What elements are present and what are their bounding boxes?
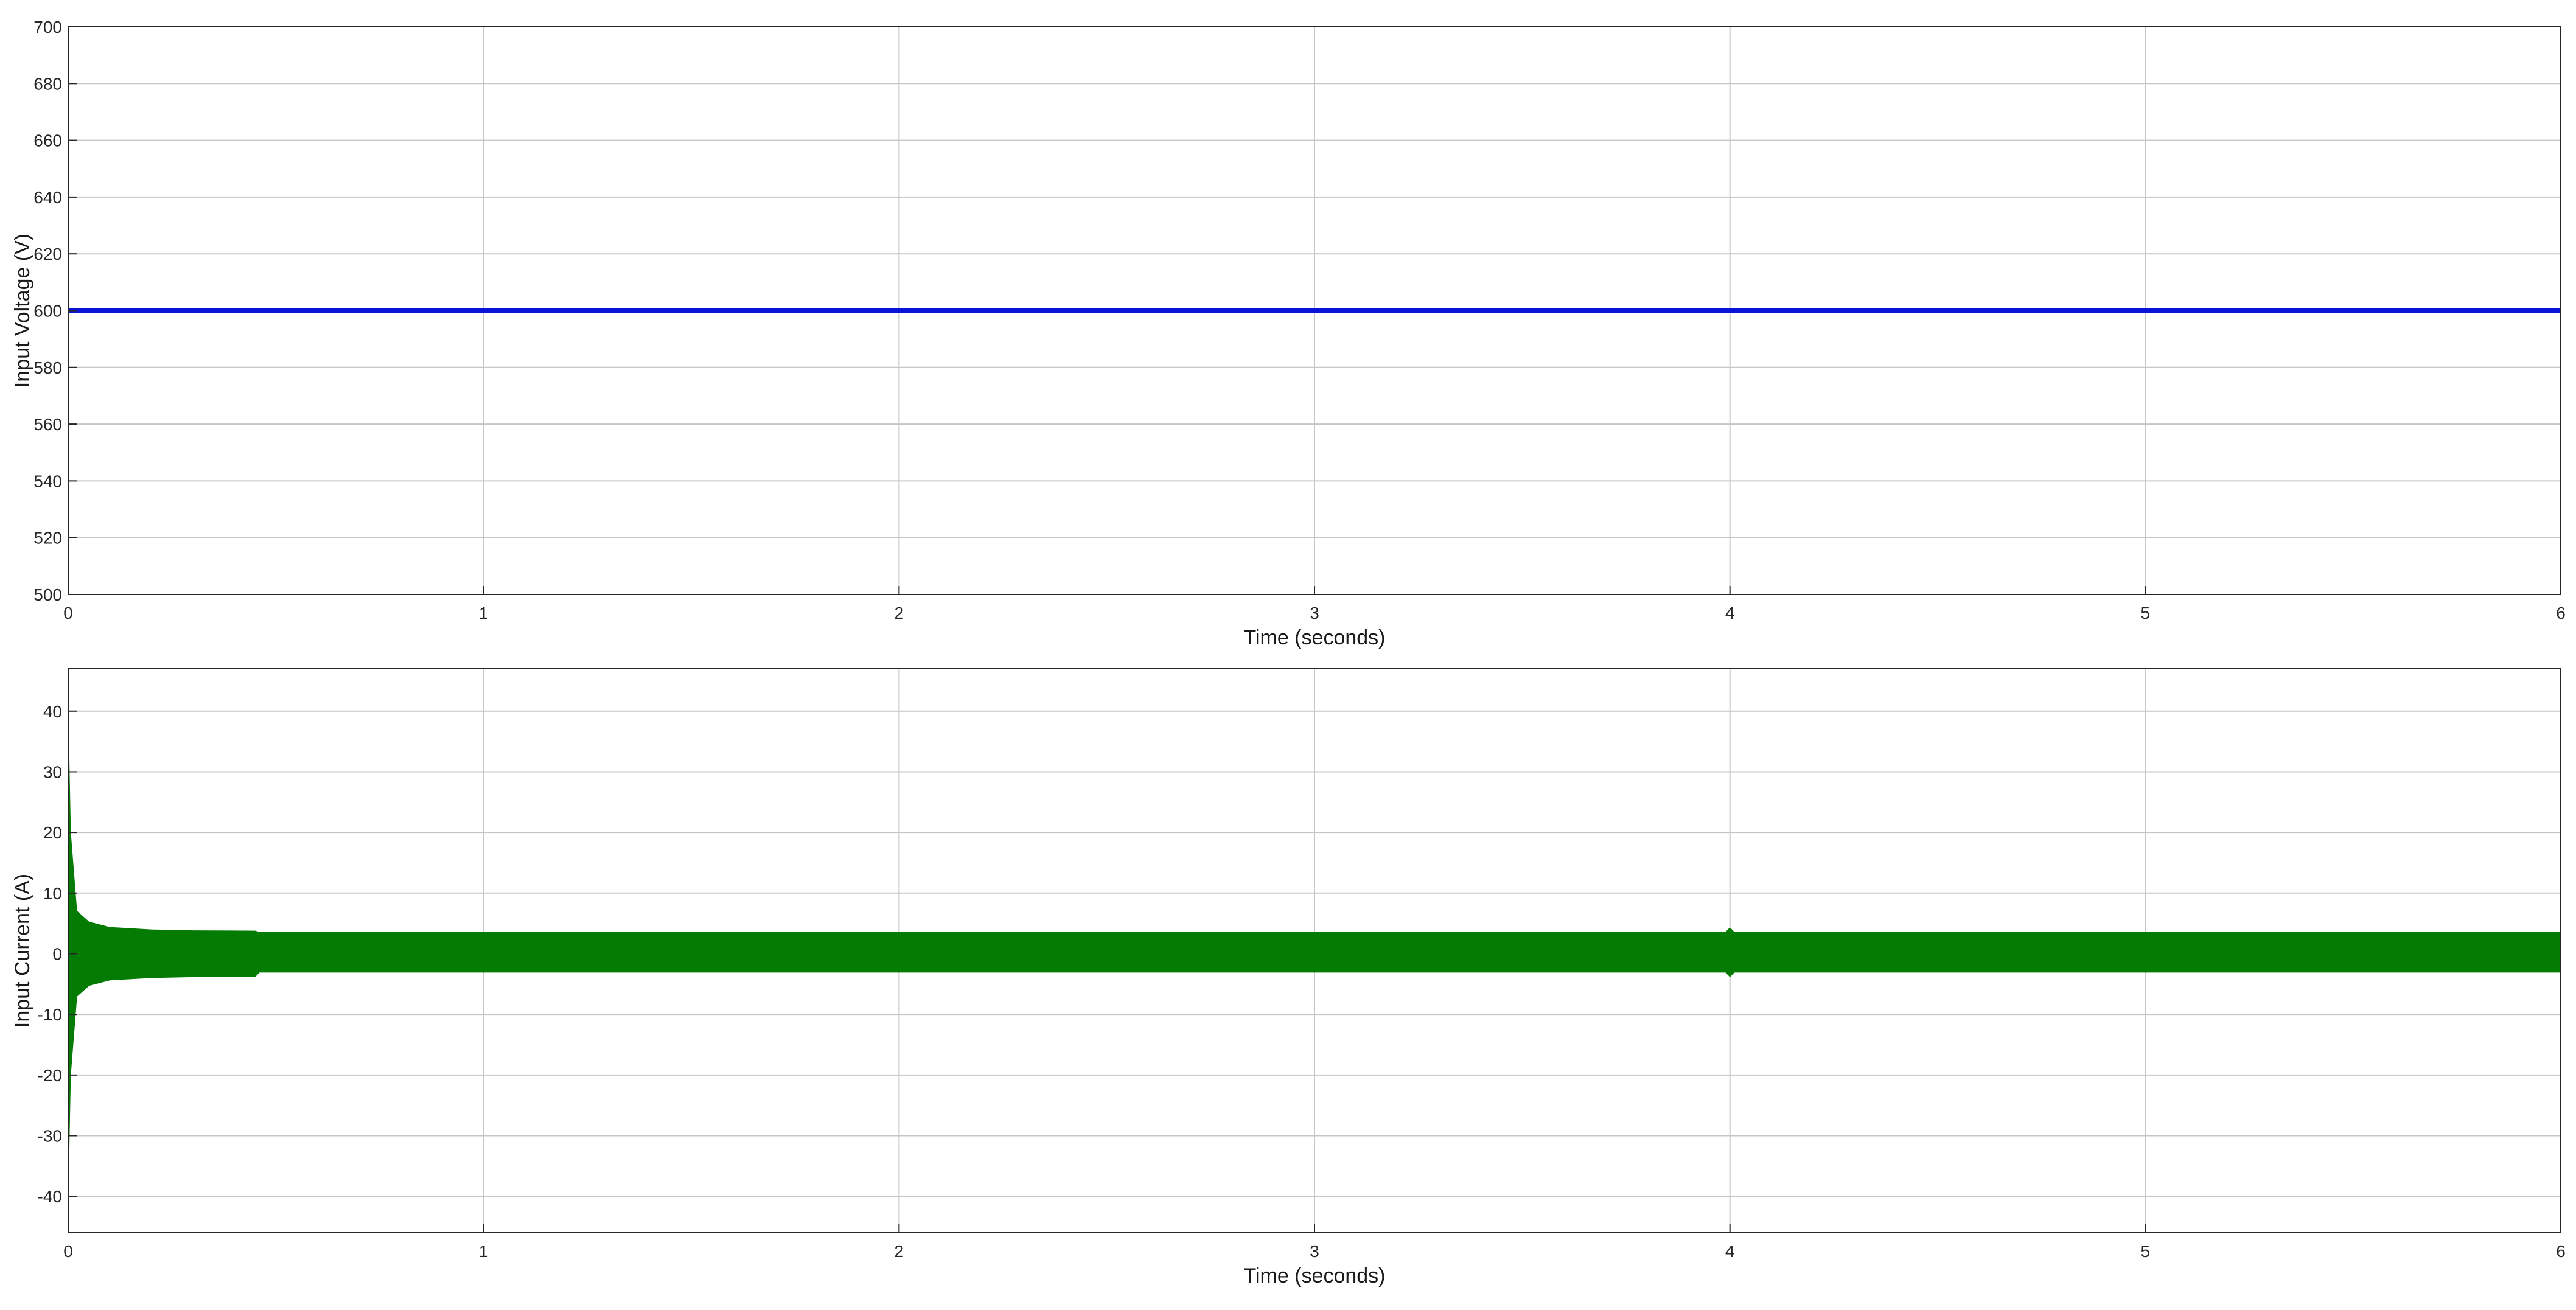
x-axis-label: Time (seconds) [1243,626,1385,649]
y-tick-label: -20 [38,1066,62,1085]
x-tick-label: 3 [1310,1242,1319,1261]
y-axis-label: Input Current (A) [11,874,34,1028]
chart-panel-1: 0 1 2 3 4 5 6 500 520 540 560 580 600 620 640 660 680 700… [11,18,2566,649]
figure: 0 1 2 3 4 5 6500520540560580600620640660680700… [0,0,2576,1310]
y-tick-label: 540 [33,472,62,490]
y-tick-label: 580 [33,358,62,377]
x-tick-label: 0 [63,604,73,622]
y-tick-label: 0 [52,944,62,963]
y-tick-label: 30 [43,762,62,781]
x-tick-label: 1 [479,1242,489,1261]
y-tick-label: 600 [33,302,62,321]
y-tick-label: 520 [33,529,62,548]
y-tick-label: 40 [43,702,62,721]
y-axis-label: Input Voltage (V) [11,234,34,388]
x-tick-label: 4 [1725,1242,1735,1261]
x-axis-label: Time (seconds) [1243,1264,1385,1287]
y-tick-label: 560 [33,415,62,434]
y-tick-label: -30 [38,1127,62,1146]
x-tick-label: 5 [2141,604,2151,622]
y-tick-label: 680 [33,74,62,93]
x-tick-label: 4 [1725,604,1735,622]
y-tick-label: 10 [43,884,62,903]
x-tick-label: 2 [895,604,904,622]
y-tick-label: 20 [43,823,62,842]
x-tick-label: 6 [2556,604,2566,622]
y-tick-label: -40 [38,1187,62,1206]
y-tick-label: 620 [33,245,62,263]
x-tick-label: 1 [479,604,489,622]
x-tick-label: 0 [63,1242,73,1261]
x-tick-label: 3 [1310,604,1319,622]
y-tick-label: 640 [33,188,62,207]
x-tick-label: 5 [2141,1242,2151,1261]
y-tick-label: 500 [33,585,62,604]
x-tick-label: 6 [2556,1242,2566,1261]
y-tick-label: -10 [38,1005,62,1024]
y-tick-label: 700 [33,18,62,37]
chart-panel-2: 0 1 2 3 4 5 6 -40 -30 -20 -10 0 10 20 30 40 Time (second… [11,668,2566,1287]
x-tick-label: 2 [895,1242,904,1261]
y-tick-label: 660 [33,131,62,150]
